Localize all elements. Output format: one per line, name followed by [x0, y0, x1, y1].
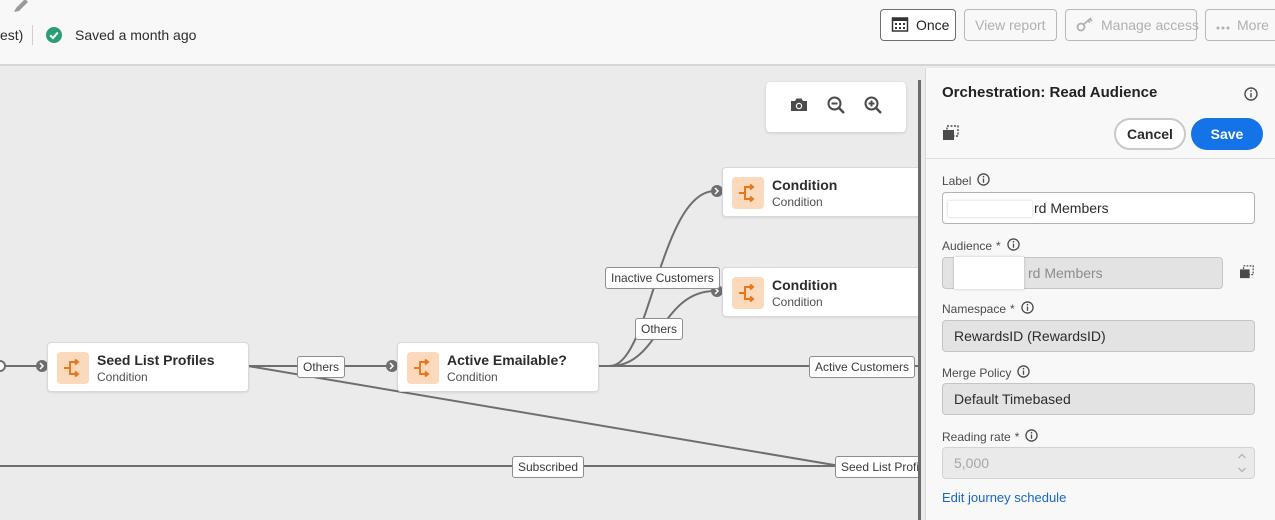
node-condition-top[interactable]: Condition Condition — [722, 167, 920, 217]
info-icon[interactable] — [1025, 429, 1039, 445]
node-seed-list-profiles[interactable]: Seed List Profiles Condition — [47, 342, 249, 392]
info-icon[interactable] — [1017, 365, 1031, 381]
merge-policy-field-label: Merge Policy — [942, 365, 1031, 381]
journey-name-fragment: est) — [0, 27, 24, 43]
zoom-out-icon[interactable] — [827, 96, 845, 119]
node-title: Seed List Profiles — [97, 352, 215, 368]
pencil-icon[interactable] — [12, 0, 30, 19]
journey-canvas[interactable]: Seed List Profiles Condition Active Emai… — [0, 68, 920, 520]
reading-rate-value: 5,000 — [954, 455, 990, 471]
edge-label-others[interactable]: Others — [635, 318, 684, 340]
namespace-value: RewardsID (RewardsID) — [954, 328, 1106, 344]
edge-label-seed-list-profiles[interactable]: Seed List Profiles — [835, 456, 920, 478]
merge-policy-field: Default Timebased — [942, 383, 1255, 415]
condition-icon — [732, 277, 764, 309]
save-button[interactable]: Save — [1191, 118, 1263, 150]
node-active-emailable[interactable]: Active Emailable? Condition — [397, 342, 599, 392]
view-report-label: View report — [975, 17, 1046, 33]
label-input-value: rd Members — [1034, 200, 1109, 216]
required-marker: * — [1014, 430, 1020, 444]
node-subtitle: Condition — [97, 370, 148, 384]
edge-label-inactive-customers[interactable]: Inactive Customers — [605, 267, 720, 289]
edit-journey-schedule-link[interactable]: Edit journey schedule — [942, 490, 1066, 505]
copy-icon[interactable] — [942, 125, 960, 146]
manage-access-label: Manage access — [1101, 17, 1200, 33]
schedule-once-button[interactable]: Once — [880, 9, 956, 41]
info-icon[interactable] — [1006, 238, 1020, 254]
node-subtitle: Condition — [447, 370, 498, 384]
panel-divider — [926, 158, 1275, 159]
merge-policy-field-text: Merge Policy — [942, 366, 1012, 380]
saved-status: Saved a month ago — [75, 27, 197, 43]
info-icon[interactable] — [977, 173, 991, 189]
label-field-text: Label — [942, 174, 972, 188]
edge-label-active-customers[interactable]: Active Customers — [809, 356, 916, 378]
panel-title: Orchestration: Read Audience — [942, 84, 1158, 101]
label-field-label: Label — [942, 173, 991, 189]
more-icon — [1216, 17, 1230, 33]
condition-icon — [407, 352, 439, 384]
namespace-field: RewardsID (RewardsID) — [942, 320, 1255, 352]
key-icon — [1076, 16, 1094, 35]
schedule-once-label: Once — [916, 17, 950, 33]
stepper-icon — [1237, 451, 1247, 480]
info-icon[interactable] — [1244, 87, 1258, 106]
node-title: Active Emailable? — [447, 352, 567, 368]
panel-resize-handle[interactable] — [918, 80, 921, 520]
check-circle-icon — [46, 27, 62, 43]
activity-properties-panel: Orchestration: Read Audience Cancel Save… — [925, 68, 1275, 520]
canvas-zoom-controls — [766, 82, 906, 132]
audience-field-label: Audience * — [942, 238, 1020, 254]
journey-toolbar: est) Saved a month ago Once View report … — [0, 0, 1275, 66]
required-marker: * — [1010, 302, 1015, 316]
manage-access-button[interactable]: Manage access — [1065, 9, 1200, 41]
cancel-button[interactable]: Cancel — [1114, 118, 1186, 150]
reading-rate-field-label: Reading rate * — [942, 429, 1039, 445]
audience-picker-value: rd Members — [1028, 265, 1103, 281]
calendar-icon — [891, 15, 909, 36]
node-condition-middle[interactable]: Condition Condition — [722, 267, 920, 317]
audience-field-text: Audience — [942, 239, 993, 253]
namespace-field-text: Namespace — [942, 302, 1007, 316]
edge-label-others[interactable]: Others — [297, 356, 346, 378]
node-subtitle: Condition — [772, 195, 823, 209]
info-icon[interactable] — [1020, 301, 1034, 317]
node-title: Condition — [772, 177, 838, 193]
copy-icon[interactable] — [1239, 265, 1255, 284]
redaction-box — [954, 257, 1024, 289]
more-label: More — [1237, 17, 1269, 33]
reading-rate-input: 5,000 — [942, 447, 1255, 479]
condition-icon — [732, 177, 764, 209]
required-marker: * — [996, 239, 1001, 253]
camera-icon[interactable] — [790, 97, 808, 118]
reading-rate-field-text: Reading rate — [942, 430, 1011, 444]
toolbar-divider — [32, 25, 33, 45]
zoom-in-icon[interactable] — [864, 96, 883, 119]
view-report-button[interactable]: View report — [964, 9, 1057, 41]
redaction-box — [948, 201, 1032, 217]
more-button[interactable]: More — [1205, 9, 1275, 41]
condition-icon — [57, 352, 89, 384]
node-subtitle: Condition — [772, 295, 823, 309]
merge-policy-value: Default Timebased — [954, 391, 1071, 407]
edge-label-subscribed[interactable]: Subscribed — [512, 456, 585, 478]
node-title: Condition — [772, 277, 838, 293]
namespace-field-label: Namespace * — [942, 301, 1034, 317]
